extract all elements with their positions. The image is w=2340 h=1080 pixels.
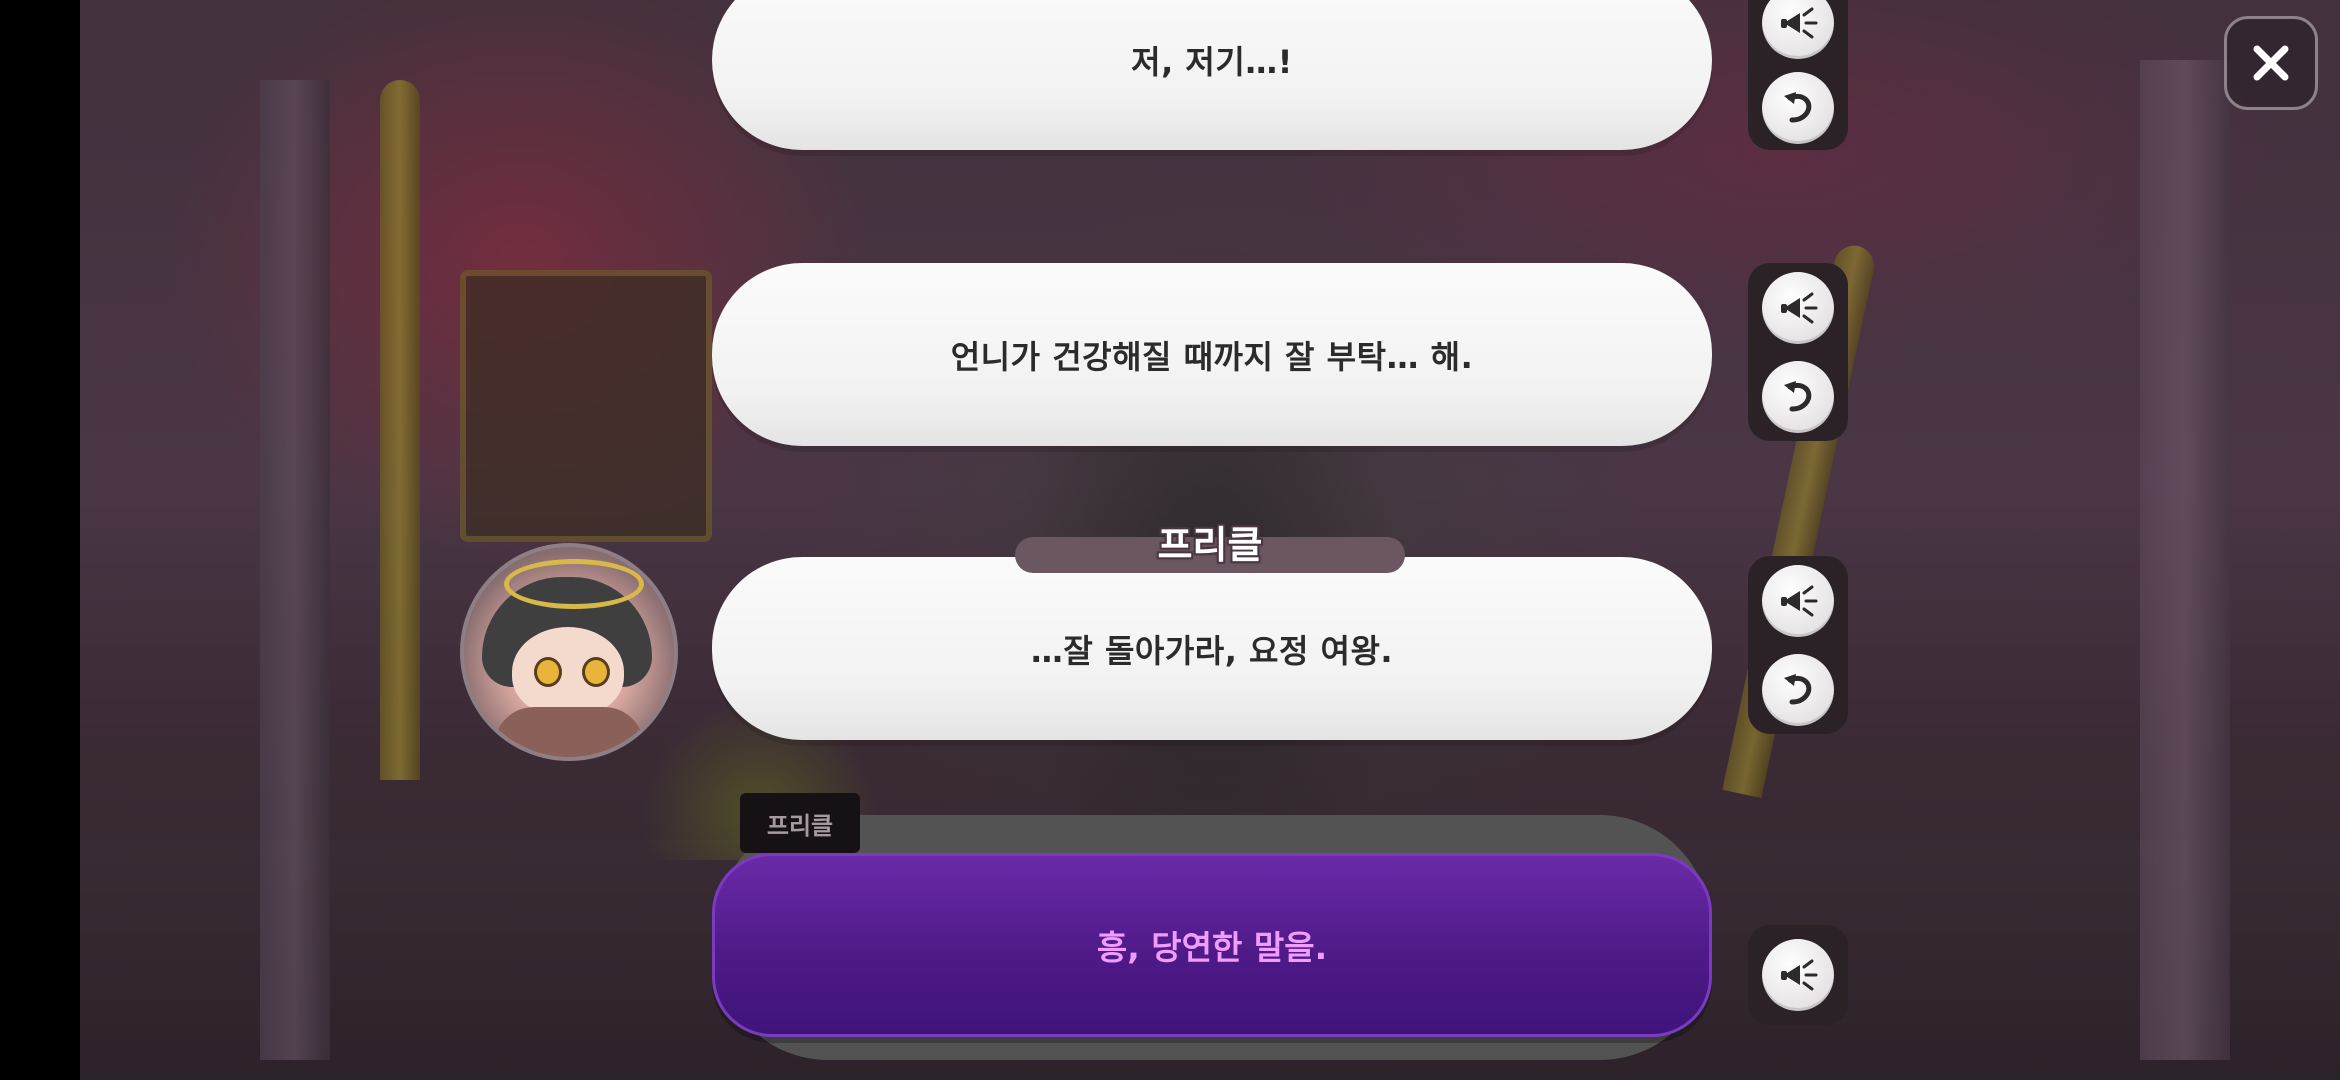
pillar-left xyxy=(260,80,330,1060)
throne xyxy=(460,270,712,542)
dialogue-text: …잘 돌아가라, 요정 여왕. xyxy=(1030,631,1394,670)
gold-pole-left xyxy=(380,80,420,780)
replay-button[interactable] xyxy=(1762,653,1834,726)
megaphone-icon xyxy=(1781,959,1818,991)
voice-button[interactable] xyxy=(1762,0,1834,59)
replay-button[interactable] xyxy=(1762,71,1834,144)
speaker-name: 프리클 xyxy=(1157,523,1263,567)
current-dialogue-text: 흥, 당연한 말을. xyxy=(1096,928,1328,967)
avatar-thorn-crown xyxy=(504,559,644,609)
replay-arrow-icon xyxy=(1784,673,1812,704)
dialogue-actions-2 xyxy=(1748,263,1848,441)
replay-arrow-icon xyxy=(1784,91,1812,122)
dialogue-bubble-3: …잘 돌아가라, 요정 여왕. xyxy=(712,557,1712,740)
dialogue-actions-1 xyxy=(1748,0,1848,150)
avatar-body xyxy=(494,707,644,757)
current-dialogue-line[interactable]: 흥, 당연한 말을. xyxy=(712,853,1712,1037)
close-button[interactable] xyxy=(2224,16,2318,110)
avatar-eye xyxy=(534,657,562,687)
dialogue-actions-3 xyxy=(1748,556,1848,734)
megaphone-icon xyxy=(1781,7,1818,38)
megaphone-icon xyxy=(1781,292,1818,323)
dialogue-text: 언니가 건강해질 때까지 잘 부탁… 해. xyxy=(950,337,1474,376)
avatar-eye xyxy=(582,657,610,687)
current-speaker-tag: 프리클 xyxy=(740,793,860,853)
voice-button[interactable] xyxy=(1762,939,1834,1011)
dialogue-bubble-1: 저, 저기…! xyxy=(712,0,1712,150)
pillar-right xyxy=(2140,60,2230,1060)
voice-button[interactable] xyxy=(1762,564,1834,637)
dialogue-text: 저, 저기…! xyxy=(1131,43,1293,81)
current-line-actions xyxy=(1748,925,1848,1025)
close-icon xyxy=(2253,45,2289,81)
megaphone-icon xyxy=(1781,585,1818,616)
current-speaker-name: 프리클 xyxy=(766,811,834,840)
speaker-avatar xyxy=(460,543,678,761)
replay-button[interactable] xyxy=(1762,360,1834,433)
voice-button[interactable] xyxy=(1762,271,1834,344)
dialogue-bubble-2: 언니가 건강해질 때까지 잘 부탁… 해. xyxy=(712,263,1712,446)
replay-arrow-icon xyxy=(1784,380,1812,411)
